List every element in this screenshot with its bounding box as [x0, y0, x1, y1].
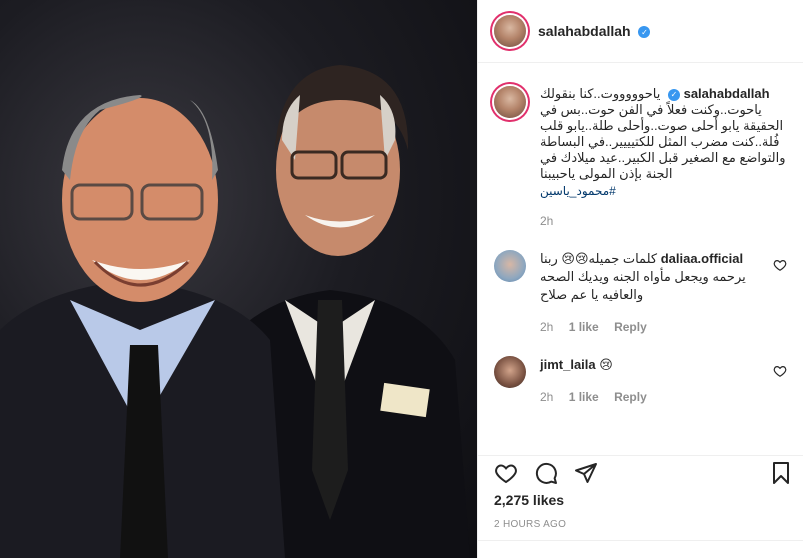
- caption-text: salahabdallah ✓ ياحوووووت..كنا بنقولك يا…: [540, 86, 787, 182]
- comment-icon[interactable]: [534, 461, 558, 485]
- share-icon[interactable]: [574, 461, 598, 485]
- comment-body: daliaa.official كلمات جميله😢😢 ربنا يرحمه…: [540, 250, 776, 334]
- comment-item: daliaa.official كلمات جميله😢😢 ربنا يرحمه…: [494, 250, 787, 334]
- comment-likes[interactable]: 1 like: [569, 320, 599, 334]
- comment-text: daliaa.official كلمات جميله😢😢 ربنا يرحمه…: [540, 250, 776, 304]
- reply-button[interactable]: Reply: [614, 320, 647, 334]
- action-bar: [478, 455, 803, 490]
- post-photo[interactable]: [0, 0, 477, 558]
- caption-username[interactable]: salahabdallah: [684, 86, 770, 101]
- hashtag-link[interactable]: #محمود_ياسين: [540, 184, 787, 198]
- heart-icon[interactable]: [494, 461, 518, 485]
- comment-likes[interactable]: 1 like: [569, 390, 599, 404]
- comment-meta: 2h 1 like Reply: [540, 390, 776, 404]
- comment-avatar[interactable]: [494, 356, 526, 388]
- comment-meta: 2h 1 like Reply: [540, 320, 776, 334]
- comment-text: jimt_laila 😢: [540, 356, 776, 374]
- post-header: salahabdallah ✓: [478, 0, 803, 63]
- caption: salahabdallah ✓ ياحوووووت..كنا بنقولك يا…: [494, 86, 787, 228]
- post-side-panel: salahabdallah ✓ salahabdallah ✓ ياحووووو…: [477, 0, 803, 558]
- comment-username[interactable]: daliaa.official: [661, 251, 743, 266]
- reply-button[interactable]: Reply: [614, 390, 647, 404]
- save-icon[interactable]: [769, 461, 793, 485]
- header-username-text[interactable]: salahabdallah: [538, 23, 631, 39]
- caption-meta: 2h: [540, 214, 787, 228]
- add-comment-area[interactable]: [478, 540, 803, 559]
- comment-message: 😢: [599, 357, 613, 372]
- verified-icon: ✓: [638, 26, 651, 39]
- profile-avatar[interactable]: [494, 15, 526, 47]
- header-username[interactable]: salahabdallah ✓: [538, 23, 651, 39]
- comment-time[interactable]: 2h: [540, 390, 553, 404]
- caption-avatar[interactable]: [494, 86, 526, 118]
- photo-illustration: [0, 65, 470, 558]
- verified-icon: ✓: [667, 88, 680, 101]
- comment-body: jimt_laila 😢 2h 1 like Reply: [540, 356, 776, 404]
- comment-username[interactable]: jimt_laila: [540, 357, 596, 372]
- likes-count[interactable]: 2,275 likes: [494, 492, 564, 508]
- caption-time[interactable]: 2h: [540, 214, 553, 228]
- caption-body: salahabdallah ✓ ياحوووووت..كنا بنقولك يا…: [540, 86, 787, 228]
- comment-time[interactable]: 2h: [540, 320, 553, 334]
- comment-avatar[interactable]: [494, 250, 526, 282]
- instagram-post: salahabdallah ✓ salahabdallah ✓ ياحووووو…: [0, 0, 803, 558]
- heart-icon[interactable]: [773, 364, 787, 378]
- comment-item: jimt_laila 😢 2h 1 like Reply: [494, 356, 787, 404]
- heart-icon[interactable]: [773, 258, 787, 272]
- comments-section: salahabdallah ✓ ياحوووووت..كنا بنقولك يا…: [478, 70, 803, 404]
- post-timestamp[interactable]: 2 HOURS AGO: [494, 519, 566, 530]
